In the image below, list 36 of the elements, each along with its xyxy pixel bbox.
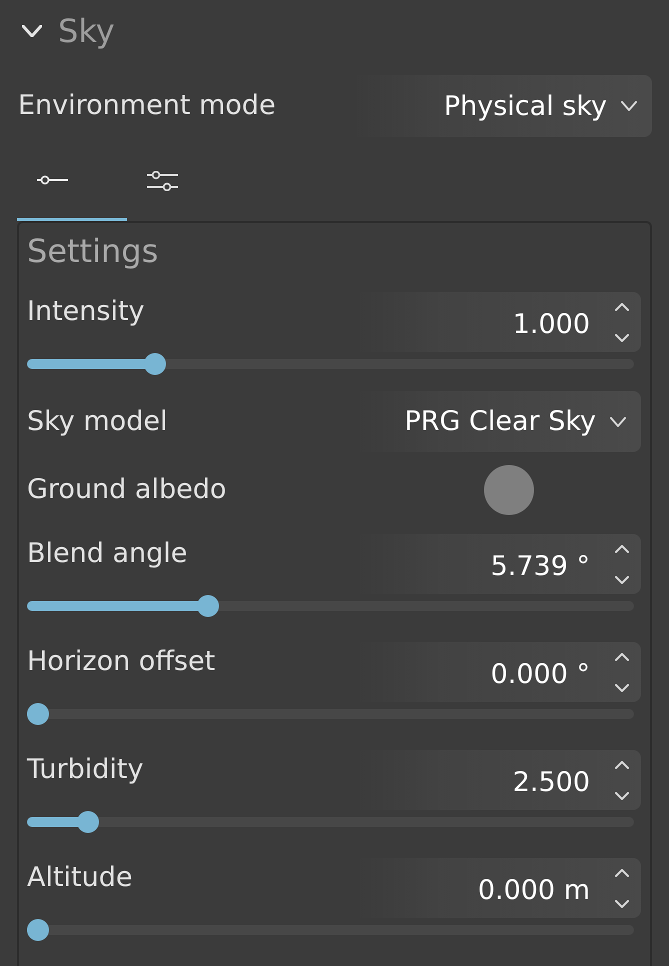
chevron-down-icon[interactable] (22, 25, 42, 37)
caret-up-icon[interactable] (615, 868, 629, 876)
field-label: Altitude (27, 861, 133, 895)
slider-track[interactable] (27, 703, 634, 725)
caret-up-icon[interactable] (615, 544, 629, 552)
chevron-down-icon[interactable] (621, 101, 637, 111)
field-label: Intensity (27, 295, 145, 329)
caret-down-icon[interactable] (615, 900, 629, 908)
slider-track[interactable] (27, 919, 634, 941)
slider-thumb[interactable] (196, 595, 219, 617)
section-title: Sky (58, 11, 115, 51)
panel-title: Settings (27, 231, 160, 272)
slider-thumb[interactable] (144, 353, 166, 375)
field-label: Turbidity (27, 753, 144, 787)
caret-down-icon[interactable] (615, 334, 629, 342)
slider-icon (36, 175, 69, 185)
sliders-icon (146, 171, 179, 191)
slider-thumb[interactable] (27, 703, 49, 725)
slider-track[interactable] (27, 595, 634, 617)
field-label: Environment mode (18, 89, 276, 123)
chevron-down-icon[interactable] (610, 416, 626, 426)
slider-track[interactable] (27, 353, 634, 375)
caret-up-icon[interactable] (615, 760, 629, 768)
slider-track[interactable] (27, 811, 634, 833)
field-label: Sky model (27, 404, 168, 438)
field-label: Blend angle (27, 537, 188, 571)
field-label: Horizon offset (27, 645, 216, 679)
caret-up-icon[interactable] (615, 302, 629, 310)
caret-down-icon[interactable] (615, 576, 629, 584)
caret-down-icon[interactable] (615, 792, 629, 800)
caret-down-icon[interactable] (615, 684, 629, 692)
swatch-icon[interactable] (484, 465, 534, 515)
caret-up-icon[interactable] (615, 652, 629, 660)
field-label: Ground albedo (27, 473, 226, 507)
slider-thumb[interactable] (27, 919, 49, 941)
slider-thumb[interactable] (76, 811, 99, 833)
